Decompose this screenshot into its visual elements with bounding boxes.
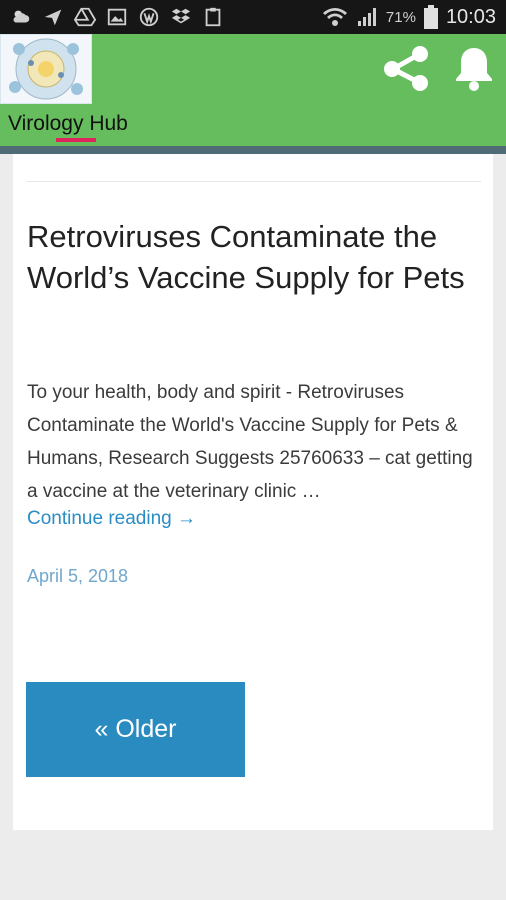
system-status: 71% 10:03 xyxy=(322,0,496,34)
clock: 10:03 xyxy=(445,5,496,28)
wordpress-icon xyxy=(139,7,159,27)
send-icon xyxy=(44,9,62,26)
post-card: Retroviruses Contaminate the World’s Vac… xyxy=(13,154,493,830)
app-logo[interactable] xyxy=(0,34,92,104)
continue-reading-link[interactable]: Continue reading → xyxy=(27,508,196,530)
title-underline xyxy=(56,138,96,142)
image-icon xyxy=(107,8,127,26)
divider xyxy=(27,181,481,182)
share-button[interactable] xyxy=(380,42,432,94)
post-date: April 5, 2018 xyxy=(27,566,129,586)
notification-icons xyxy=(10,6,224,28)
dropbox-icon xyxy=(171,8,191,24)
post-excerpt: To your health, body and spirit - Retrov… xyxy=(27,382,473,502)
post-title[interactable]: Retroviruses Contaminate the World’s Vac… xyxy=(27,216,481,298)
battery-percent: 71% xyxy=(385,8,416,26)
signal-icon xyxy=(357,8,376,26)
older-posts-button[interactable]: « Older xyxy=(26,682,245,777)
notifications-button[interactable] xyxy=(448,42,500,94)
share-icon xyxy=(384,46,428,91)
status-bar: 71% 10:03 xyxy=(0,0,506,34)
app-bar: Virology Hub xyxy=(0,34,506,146)
battery-icon xyxy=(423,5,438,29)
bell-icon xyxy=(456,48,492,91)
clipboard-icon xyxy=(205,7,221,27)
drive-icon xyxy=(74,7,96,27)
wifi-icon xyxy=(322,8,347,26)
weather-icon xyxy=(13,10,30,23)
app-title: Virology Hub xyxy=(8,112,128,135)
